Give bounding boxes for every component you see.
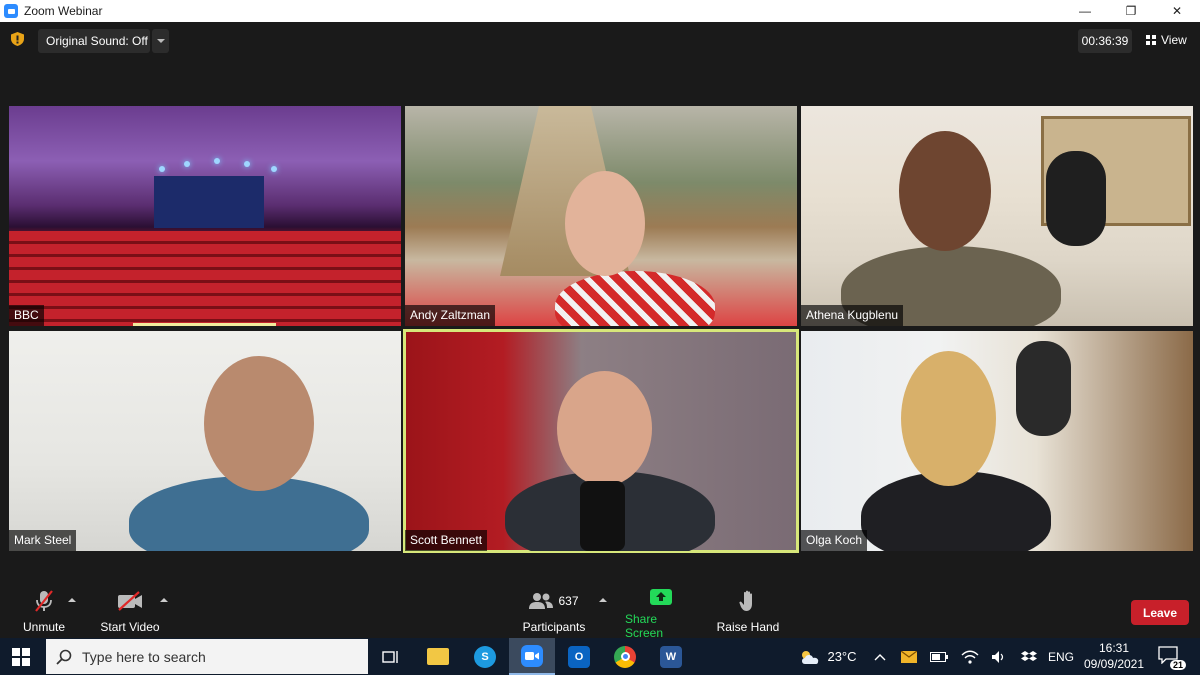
- microphone-muted-icon: [35, 590, 53, 612]
- notifications-button[interactable]: 21: [1158, 646, 1186, 670]
- chevron-up-icon[interactable]: [870, 638, 890, 675]
- view-label: View: [1161, 33, 1187, 47]
- stage-light: [244, 161, 250, 167]
- person-head: [565, 171, 645, 276]
- start-video-button[interactable]: Start Video: [98, 588, 162, 637]
- participants-label: Participants: [522, 620, 586, 634]
- participant-name: Scott Bennett: [405, 530, 488, 551]
- video-tile-bbc[interactable]: BBC: [9, 106, 401, 326]
- microphone: [1016, 341, 1071, 436]
- restore-button[interactable]: ❐: [1108, 0, 1154, 22]
- task-view-icon[interactable]: [368, 638, 414, 675]
- taskbar-search-box[interactable]: Type here to search: [46, 639, 368, 674]
- close-button[interactable]: ✕: [1154, 0, 1200, 22]
- security-shield-icon[interactable]: [11, 32, 24, 46]
- participant-name: Andy Zaltzman: [405, 305, 496, 326]
- stage-light: [184, 161, 190, 167]
- participants-count: 637: [558, 594, 579, 608]
- volume-icon[interactable]: [988, 638, 1010, 675]
- auditorium-seats: [9, 231, 401, 326]
- file-explorer-icon[interactable]: [415, 638, 461, 675]
- participant-name: BBC: [9, 305, 44, 326]
- leave-button[interactable]: Leave: [1131, 600, 1189, 625]
- video-tile-mark-steel[interactable]: Mark Steel: [9, 331, 401, 551]
- skype-icon[interactable]: S: [462, 638, 508, 675]
- clock-date: 09/09/2021: [1083, 657, 1145, 671]
- person-head: [557, 371, 652, 486]
- system-clock[interactable]: 16:31 09/09/2021: [1078, 640, 1150, 672]
- share-screen-icon: [650, 589, 672, 605]
- participant-name: Athena Kugblenu: [801, 305, 904, 326]
- language-indicator[interactable]: ENG: [1046, 638, 1076, 675]
- chrome-icon[interactable]: [602, 638, 648, 675]
- wifi-icon[interactable]: [958, 638, 982, 675]
- word-icon[interactable]: W: [648, 638, 694, 675]
- person-shirt: [555, 271, 715, 326]
- share-screen-button[interactable]: Share Screen: [625, 588, 697, 640]
- search-icon: [56, 649, 72, 665]
- participant-name: Mark Steel: [9, 530, 77, 551]
- stage-light: [159, 166, 165, 172]
- share-screen-label: Share Screen: [625, 612, 664, 640]
- search-placeholder: Type here to search: [82, 648, 206, 665]
- participants-options-caret-icon[interactable]: [599, 598, 607, 602]
- clock-time: 16:31: [1098, 641, 1130, 655]
- start-video-label: Start Video: [100, 620, 160, 634]
- stage: [154, 176, 264, 228]
- video-tile-andy-zaltzman[interactable]: Andy Zaltzman: [405, 106, 797, 326]
- raise-hand-icon: [739, 590, 752, 611]
- video-tile-scott-bennett[interactable]: Scott Bennett: [403, 329, 799, 553]
- participant-name: Olga Koch: [801, 530, 868, 551]
- original-sound-dropdown[interactable]: [152, 29, 169, 53]
- video-tile-olga-koch[interactable]: Olga Koch: [801, 331, 1193, 551]
- person-head: [899, 131, 991, 251]
- unmute-button[interactable]: Unmute: [18, 588, 70, 637]
- microphone: [580, 481, 625, 551]
- mail-icon[interactable]: [898, 638, 920, 675]
- person-head: [204, 356, 314, 491]
- stage-light: [214, 158, 220, 164]
- cloud-sun-icon: [802, 650, 819, 664]
- participants-icon: [529, 593, 554, 609]
- notification-count: 21: [1169, 660, 1186, 670]
- outlook-icon[interactable]: O: [556, 638, 602, 675]
- video-camera-off-icon: [118, 591, 142, 611]
- grid-view-icon: [1146, 35, 1156, 45]
- zoom-taskbar-icon[interactable]: [509, 638, 555, 675]
- meeting-timer: 00:36:39: [1078, 29, 1132, 53]
- window-titlebar: Zoom Webinar — ❐ ✕: [0, 0, 1200, 22]
- video-options-caret-icon[interactable]: [160, 598, 168, 602]
- person-head: [901, 351, 996, 486]
- minimize-button[interactable]: —: [1062, 0, 1108, 22]
- dropbox-icon[interactable]: [1018, 638, 1040, 675]
- participants-button[interactable]: 637 Participants: [520, 588, 588, 637]
- weather-temperature: 23°C: [827, 649, 857, 664]
- meeting-toolbar: Unmute Start Video 637 Participants Shar…: [0, 588, 1200, 640]
- active-speaker-bar: [133, 323, 276, 326]
- zoom-app-icon: [4, 4, 18, 18]
- view-button[interactable]: View: [1138, 29, 1192, 51]
- unmute-label: Unmute: [22, 620, 66, 634]
- video-tile-athena-kugblenu[interactable]: Athena Kugblenu: [801, 106, 1193, 326]
- raise-hand-button[interactable]: Raise Hand: [716, 588, 780, 637]
- chevron-down-icon: [156, 39, 165, 43]
- weather-widget[interactable]: 23°C: [796, 638, 860, 675]
- battery-icon[interactable]: [928, 638, 950, 675]
- windows-start-icon[interactable]: [12, 648, 30, 666]
- stage-light: [271, 166, 277, 172]
- meeting-topbar: Original Sound: Off 00:36:39 View: [0, 22, 1200, 58]
- windows-taskbar: Type here to search S O W 23°C ENG 16:31…: [0, 638, 1200, 675]
- window-title: Zoom Webinar: [24, 4, 103, 18]
- raise-hand-label: Raise Hand: [716, 620, 780, 634]
- microphone: [1046, 151, 1106, 246]
- original-sound-toggle[interactable]: Original Sound: Off: [38, 29, 150, 53]
- audio-options-caret-icon[interactable]: [68, 598, 76, 602]
